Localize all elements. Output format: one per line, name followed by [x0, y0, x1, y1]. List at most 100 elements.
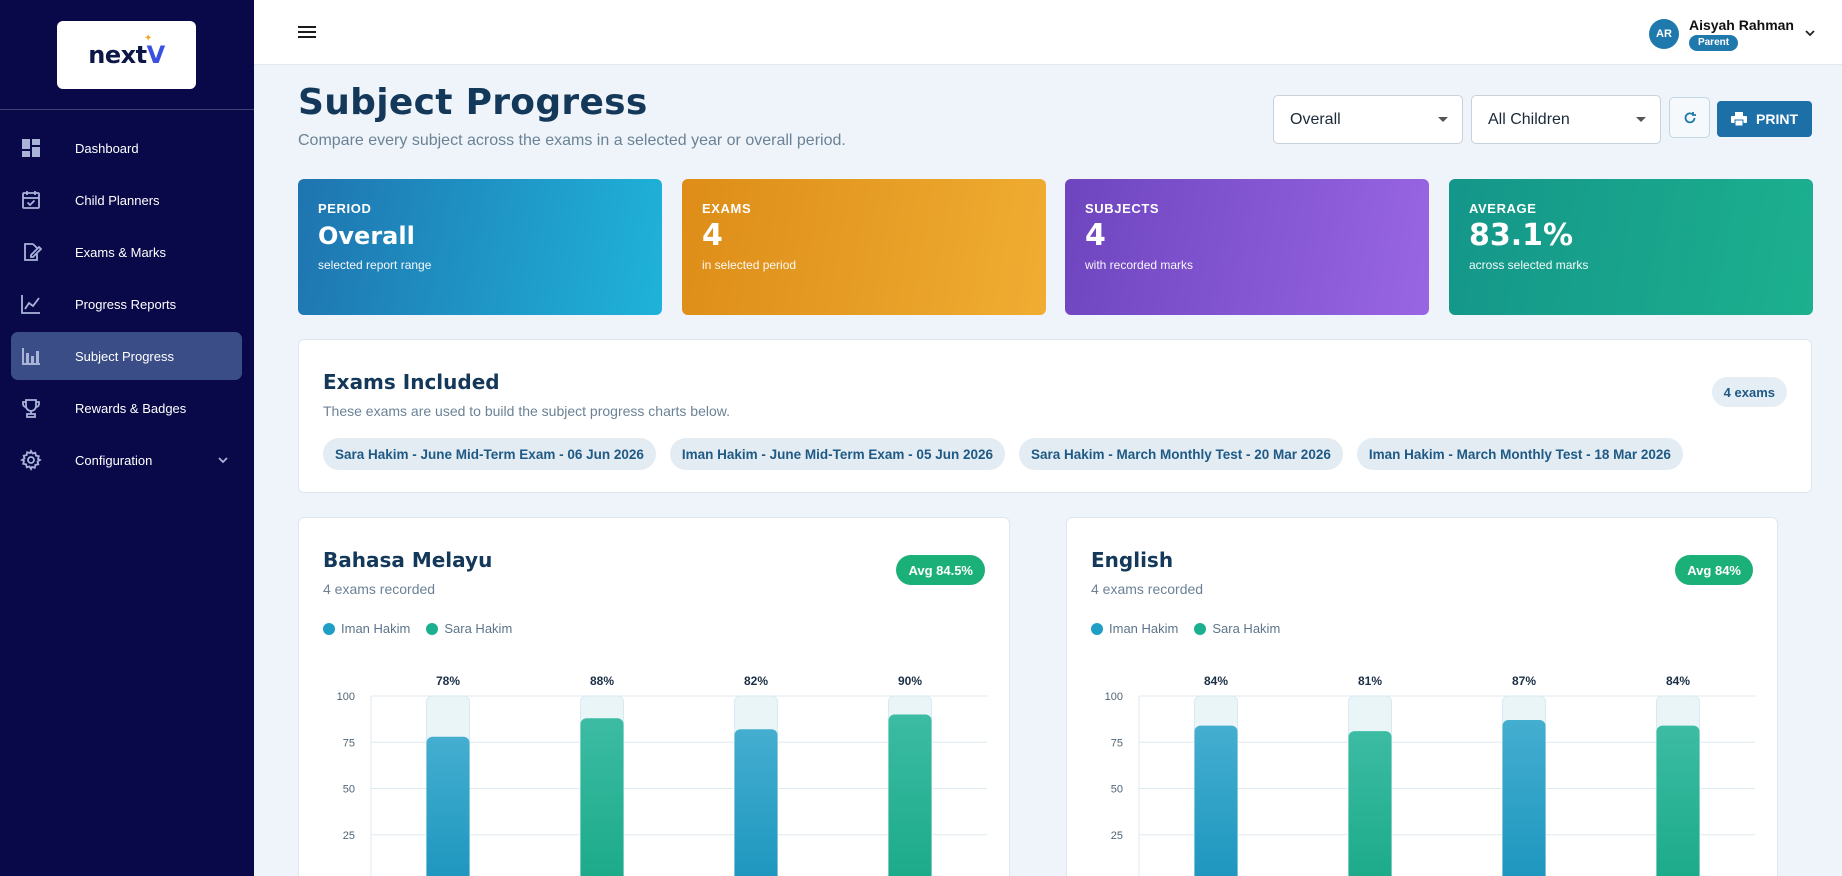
user-name: Aisyah Rahman [1688, 17, 1794, 33]
avg-badge: Avg 84.5% [896, 555, 985, 585]
sidebar-item-subject-progress[interactable]: Subject Progress [11, 332, 242, 380]
legend-dot-icon [426, 622, 439, 635]
bar [1194, 725, 1238, 876]
y-tick-label: 50 [1111, 784, 1123, 796]
sidebar-item-rewards-badges[interactable]: Rewards & Badges [11, 384, 242, 432]
edit-document-icon [20, 241, 42, 263]
legend-label: Iman Hakim [341, 621, 411, 636]
y-tick-label: 75 [343, 737, 355, 749]
logo[interactable]: nextV ✦ [57, 21, 196, 89]
data-label: 81% [1358, 674, 1382, 688]
child-select[interactable]: All Children [1471, 95, 1661, 144]
sidebar-item-label: Subject Progress [75, 348, 174, 364]
exam-chip: Sara Hakim - June Mid-Term Exam - 06 Jun… [323, 438, 656, 470]
legend-dot-icon [323, 622, 335, 635]
subject-subtitle: 4 exams recorded [323, 581, 436, 597]
legend-item: Iman Hakim [323, 621, 410, 636]
avg-badge: Avg 84% [1675, 555, 1753, 585]
dashboard-icon [20, 137, 42, 159]
subject-subtitle: 4 exams recorded [1091, 581, 1204, 597]
y-tick-label: 100 [1105, 691, 1123, 703]
exams-panel-subtitle: These exams are used to build the subjec… [323, 403, 730, 419]
user-info: Aisyah Rahman Parent [1688, 17, 1794, 51]
stat-card-period: PERIOD Overall selected report range [298, 179, 662, 315]
print-label: PRINT [1756, 111, 1798, 127]
line-chart-icon [20, 293, 42, 315]
stat-note: in selected period [702, 258, 797, 272]
avatar: AR [1648, 19, 1679, 49]
printer-icon [1731, 112, 1747, 126]
period-select-value: Overall [1290, 110, 1341, 128]
exam-chip: Sara Hakim - March Monthly Test - 20 Mar… [1018, 438, 1343, 470]
exam-chip: Iman Hakim - March Monthly Test - 18 Mar… [1356, 438, 1683, 470]
sidebar: nextV ✦ Dashboard Child Planners Exams &… [0, 0, 254, 876]
exam-chip: Iman Hakim - June Mid-Term Exam - 05 Jun… [669, 438, 1005, 470]
bar [734, 729, 778, 876]
bar-chart-english: 100755025084%81%87%84% [1105, 674, 1755, 876]
bar-chart-bahasa-melayu: 100755025078%88%82%90% [337, 674, 987, 876]
refresh-icon [1684, 111, 1696, 123]
stat-note: with recorded marks [1085, 258, 1194, 272]
stat-card-average: AVERAGE 83.1% across selected marks [1449, 179, 1813, 315]
y-tick-label: 75 [1111, 737, 1123, 749]
bar [580, 718, 624, 876]
subject-title: English [1091, 548, 1174, 572]
refresh-button[interactable] [1669, 97, 1710, 138]
menu-toggle-icon[interactable] [298, 23, 318, 41]
sidebar-item-label: Child Planners [75, 192, 160, 208]
stat-note: selected report range [318, 258, 432, 272]
bar [426, 736, 470, 876]
exams-included-panel: Exams Included These exams are used to b… [298, 339, 1812, 493]
stat-label: SUBJECTS [1085, 201, 1160, 216]
legend-label: Sara Hakim [444, 621, 513, 636]
legend-item: Iman Hakim [1091, 621, 1178, 636]
caret-down-icon [1636, 117, 1646, 122]
sidebar-nav: Dashboard Child Planners Exams & Marks P… [11, 124, 242, 488]
data-label: 82% [744, 674, 768, 688]
print-button[interactable]: PRINT [1717, 101, 1812, 137]
stat-card-subjects: SUBJECTS 4 with recorded marks [1065, 179, 1429, 315]
stat-label: EXAMS [702, 201, 752, 216]
user-menu[interactable]: AR Aisyah Rahman Parent [1648, 16, 1816, 52]
bar [1502, 720, 1546, 876]
sidebar-item-progress-reports[interactable]: Progress Reports [11, 280, 242, 328]
subject-title: Bahasa Melayu [323, 548, 493, 572]
stat-value: 4 [702, 218, 723, 253]
chevron-down-icon [216, 453, 230, 472]
data-label: 84% [1204, 674, 1228, 688]
sidebar-divider [0, 109, 254, 110]
sidebar-item-dashboard[interactable]: Dashboard [11, 124, 242, 172]
data-label: 87% [1512, 674, 1536, 688]
data-label: 88% [590, 674, 614, 688]
calendar-check-icon [20, 189, 42, 211]
stat-card-exams: EXAMS 4 in selected period [682, 179, 1046, 315]
topbar: AR Aisyah Rahman Parent [254, 0, 1842, 65]
sidebar-item-configuration[interactable]: Configuration [11, 436, 242, 484]
trophy-icon [20, 397, 42, 419]
exam-count-badge: 4 exams [1711, 377, 1787, 407]
chart-legend: Iman Hakim Sara Hakim [1091, 621, 1280, 636]
bar [888, 714, 932, 876]
legend-item: Sara Hakim [1194, 621, 1280, 636]
logo-text: nextV [88, 41, 165, 69]
y-tick-label: 50 [343, 784, 355, 796]
bar [1656, 725, 1700, 876]
period-select[interactable]: Overall [1273, 95, 1463, 144]
sidebar-item-label: Rewards & Badges [75, 400, 187, 416]
chart-legend: Iman Hakim Sara Hakim [323, 621, 512, 636]
legend-item: Sara Hakim [426, 621, 512, 636]
page-subtitle: Compare every subject across the exams i… [298, 132, 846, 149]
sidebar-item-label: Dashboard [75, 140, 139, 156]
y-tick-label: 25 [343, 830, 355, 842]
sidebar-item-label: Exams & Marks [75, 244, 167, 260]
user-role-badge: Parent [1688, 35, 1739, 51]
subject-card-bahasa-melayu: Bahasa Melayu 4 exams recorded Avg 84.5%… [298, 517, 1010, 876]
data-label: 90% [898, 674, 922, 688]
y-tick-label: 100 [337, 691, 355, 703]
stat-label: AVERAGE [1469, 201, 1537, 216]
sidebar-item-label: Progress Reports [75, 296, 177, 312]
sidebar-item-child-planners[interactable]: Child Planners [11, 176, 242, 224]
gear-icon [20, 449, 42, 471]
legend-label: Sara Hakim [1212, 621, 1281, 636]
sidebar-item-exams-marks[interactable]: Exams & Marks [11, 228, 242, 276]
